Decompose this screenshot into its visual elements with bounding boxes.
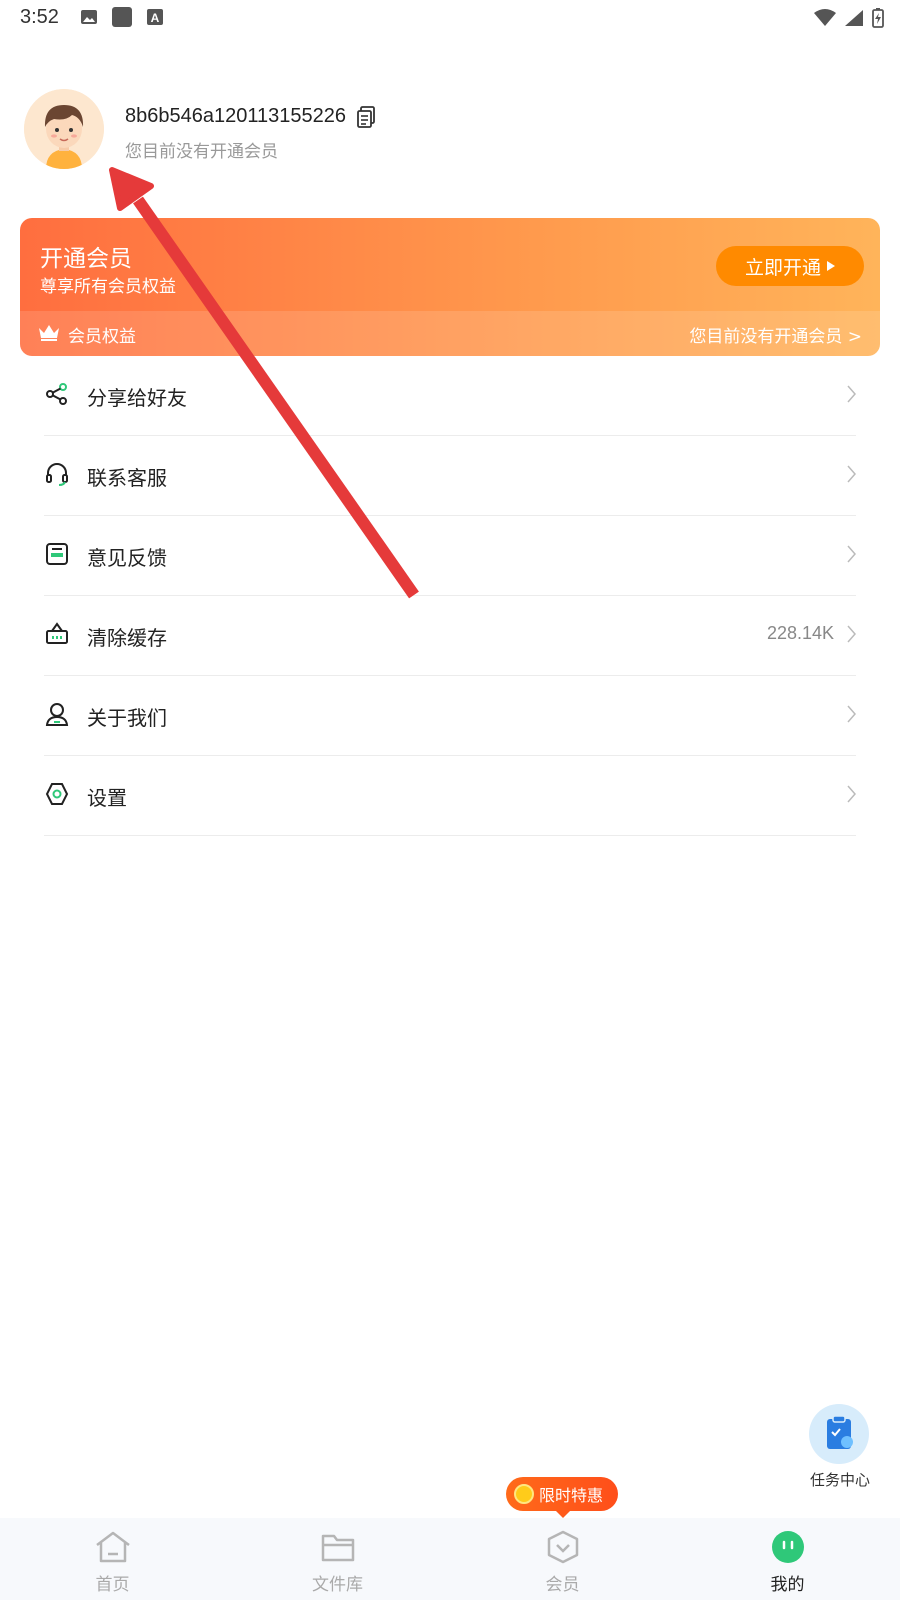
menu-item-label: 清除缓存 <box>87 626 167 650</box>
member-benefits-label: 会员权益 <box>68 327 136 347</box>
home-icon <box>95 1531 130 1563</box>
chevron-right-icon <box>847 625 856 643</box>
nav-item-file-library[interactable]: 文件库 <box>225 1518 450 1600</box>
menu-item-label: 意见反馈 <box>87 546 167 570</box>
menu-item-settings[interactable]: 设置 <box>44 756 856 836</box>
feedback-icon <box>46 543 68 565</box>
menu-item-customer-service[interactable]: 联系客服 <box>44 436 856 516</box>
battery-icon <box>872 8 884 28</box>
clipboard-icon <box>827 1415 853 1449</box>
coin-icon <box>514 1484 534 1504</box>
vip-card-subtitle: 尊享所有会员权益 <box>40 277 176 297</box>
a-notification-icon: A <box>147 9 163 25</box>
status-right <box>814 8 884 28</box>
share-icon <box>46 383 67 405</box>
chevron-right-icon <box>847 385 856 403</box>
promo-badge-tail <box>555 1510 571 1518</box>
person-icon <box>45 703 69 726</box>
membership-status-link[interactable]: 您目前没有开通会员 > <box>689 322 862 347</box>
promo-badge[interactable]: 限时特惠 <box>506 1477 618 1511</box>
crown-icon <box>39 325 59 341</box>
bottom-nav: 首页 文件库 会员 我的 <box>0 1518 900 1600</box>
status-bar: 3:52 A <box>0 0 900 36</box>
chevron-right-icon <box>847 545 856 563</box>
menu-item-label: 分享给好友 <box>87 386 187 410</box>
image-notification-icon <box>81 10 97 24</box>
svg-text:A: A <box>151 11 160 25</box>
nav-label: 会员 <box>545 1575 580 1595</box>
menu-item-about-us[interactable]: 关于我们 <box>44 676 856 756</box>
nav-label: 文件库 <box>312 1575 363 1595</box>
wifi-icon <box>814 9 836 26</box>
menu-item-clear-cache[interactable]: 清除缓存 228.14K <box>44 596 856 676</box>
cache-size-value: 228.14K <box>766 623 834 643</box>
task-center-button[interactable] <box>809 1404 869 1464</box>
nav-item-member[interactable]: 会员 <box>450 1518 675 1600</box>
me-icon <box>771 1531 804 1563</box>
menu-item-label: 设置 <box>87 786 127 810</box>
chevron-right-icon <box>847 705 856 723</box>
task-center-label: 任务中心 <box>810 1471 871 1489</box>
member-status-text: 您目前没有开通会员 <box>125 142 278 162</box>
app-notification-icon <box>112 7 132 27</box>
avatar[interactable] <box>24 89 104 169</box>
hexagon-settings-icon <box>45 783 69 805</box>
basket-icon <box>46 622 68 644</box>
menu-item-feedback[interactable]: 意见反馈 <box>44 516 856 596</box>
open-membership-label: 立即开通 <box>744 256 821 279</box>
promo-badge-label: 限时特惠 <box>539 1486 604 1505</box>
menu-item-share[interactable]: 分享给好友 <box>44 356 856 436</box>
nav-label: 首页 <box>95 1575 130 1595</box>
nav-item-home[interactable]: 首页 <box>0 1518 225 1600</box>
avatar-illustration <box>24 89 104 169</box>
copy-icon[interactable] <box>356 106 376 128</box>
nav-label: 我的 <box>770 1575 805 1595</box>
vip-card-title: 开通会员 <box>40 246 132 272</box>
vip-card[interactable]: 开通会员 尊享所有会员权益 立即开通 会员权益 您目前没有开通会员 > <box>20 218 880 356</box>
play-arrow-icon <box>827 261 835 271</box>
user-id: 8b6b546a120113155226 <box>125 105 346 127</box>
open-membership-button[interactable]: 立即开通 <box>716 246 864 286</box>
menu-item-label: 联系客服 <box>87 466 167 490</box>
vip-card-footer: 会员权益 您目前没有开通会员 > <box>20 311 880 356</box>
folder-icon <box>321 1534 354 1562</box>
headset-icon <box>46 463 68 486</box>
member-shield-icon <box>547 1530 578 1564</box>
status-time: 3:52 <box>20 6 59 28</box>
settings-menu: 分享给好友 联系客服 意见反馈 清除缓存 228.14K 关于我们 设置 <box>44 356 856 836</box>
menu-item-label: 关于我们 <box>87 706 167 730</box>
chevron-right-icon <box>847 465 856 483</box>
signal-icon <box>845 10 863 26</box>
nav-item-me[interactable]: 我的 <box>675 1518 900 1600</box>
chevron-right-icon <box>847 785 856 803</box>
